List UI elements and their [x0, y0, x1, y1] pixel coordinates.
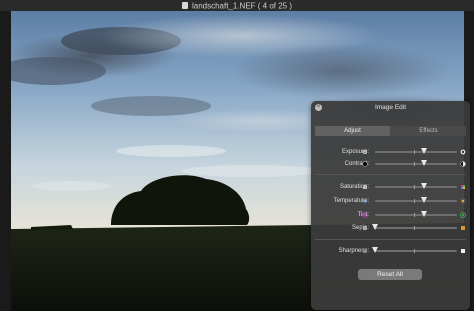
window-titlebar: landschaft_1.NEF ( 4 of 25 ): [0, 0, 474, 11]
square-sepia-icon: [461, 226, 465, 230]
sepia-slider[interactable]: [372, 224, 457, 230]
sun-large-icon: [460, 149, 466, 155]
slider-row-temperature: Temperature:: [311, 196, 470, 206]
reset-all-button[interactable]: Reset All: [358, 269, 422, 280]
saturation-slider[interactable]: [375, 183, 457, 189]
square-soft-icon: [363, 249, 367, 253]
slider-row-contrast: Contrast:: [311, 159, 470, 169]
window-title: landschaft_1.NEF ( 4 of 25 ): [0, 0, 474, 11]
file-icon: [181, 2, 188, 9]
panel-header: × Image Edit: [311, 101, 470, 115]
panel-title: Image Edit: [374, 104, 407, 111]
square-sharp-icon: [461, 249, 465, 253]
slider-thumb[interactable]: [421, 183, 428, 189]
tint-slider[interactable]: [375, 211, 457, 217]
slider-thumb[interactable]: [372, 247, 378, 253]
slider-row-sharpness: Sharpness:: [311, 246, 470, 256]
tab-effects[interactable]: Effects: [391, 126, 466, 136]
divider: [315, 239, 466, 240]
slider-thumb[interactable]: [421, 148, 428, 154]
sharpness-slider[interactable]: [372, 247, 457, 253]
square-gray-icon: [363, 226, 367, 230]
slider-thumb[interactable]: [372, 224, 378, 230]
close-icon[interactable]: ×: [315, 104, 322, 111]
tab-adjust[interactable]: Adjust: [315, 126, 390, 136]
window-title-text: landschaft_1.NEF ( 4 of 25 ): [191, 1, 293, 11]
exposure-slider[interactable]: [375, 148, 457, 154]
snowflake-icon: [362, 198, 368, 204]
circle-half-icon: [460, 161, 466, 167]
sun-small-icon: [362, 149, 368, 155]
image-edit-panel: × Image Edit Adjust Effects Exposure: Co…: [311, 101, 470, 310]
contrast-slider[interactable]: [375, 160, 457, 166]
slider-row-saturation: Saturation:: [311, 182, 470, 192]
slider-row-exposure: Exposure:: [311, 147, 470, 157]
square-color-icon: [461, 185, 465, 189]
slider-thumb[interactable]: [421, 211, 428, 217]
sunburst-icon: [460, 198, 466, 204]
temperature-slider[interactable]: [375, 197, 457, 203]
green-dot-icon: [460, 212, 466, 218]
slider-thumb[interactable]: [421, 160, 428, 166]
slider-row-tint: Tint:: [311, 210, 470, 220]
divider: [315, 174, 466, 175]
circle-dark-icon: [362, 161, 368, 167]
slider-row-sepia: Sepia:: [311, 223, 470, 233]
slider-thumb[interactable]: [421, 197, 428, 203]
magenta-dot-icon: [362, 212, 368, 218]
panel-tabs: Adjust Effects: [315, 126, 466, 136]
square-gray-icon: [363, 185, 367, 189]
